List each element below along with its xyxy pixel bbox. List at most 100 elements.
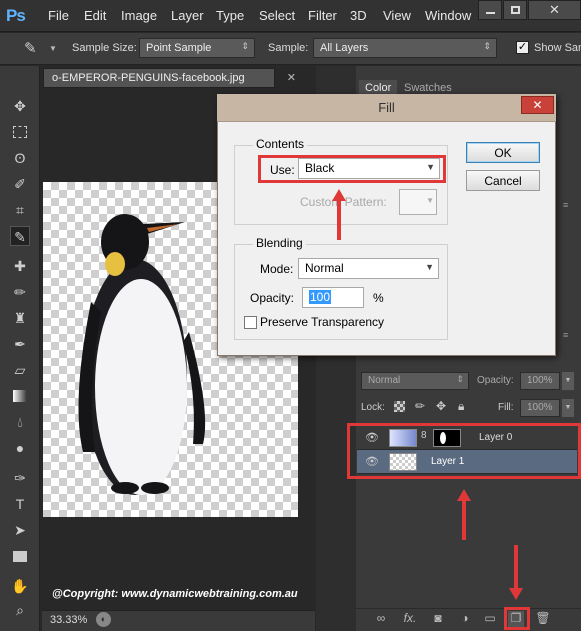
gradient-tool-icon[interactable] [10,386,30,406]
preserve-transparency-checkbox[interactable] [244,316,257,329]
opacity-value: 100% [527,375,553,386]
marquee-tool-icon[interactable] [10,122,30,142]
menu-filter[interactable]: Filter [308,8,337,23]
lock-all-icon[interactable]: 🔒︎ [458,399,464,414]
sample-size-label: Sample Size: [72,42,137,54]
new-layer-highlight-box [504,607,530,630]
custom-pattern-picker[interactable]: ▼ [399,189,437,215]
panel-menu-icon[interactable]: ≡ [563,200,568,210]
fill-value: 100% [527,402,553,413]
sample-label: Sample: [268,42,309,54]
opacity-label: Opacity: [477,375,514,386]
ok-button[interactable]: OK [466,142,540,163]
path-selection-tool-icon[interactable]: ➤ [10,520,30,540]
menu-edit[interactable]: Edit [84,8,106,23]
add-mask-icon[interactable]: ◙ [430,611,446,627]
sample-value: All Layers [320,42,369,54]
opacity-unit: % [373,291,384,305]
red-arrow-shaft [514,545,518,589]
use-highlight-box [258,155,446,183]
fill-label: Fill: [498,402,514,413]
brush-tool-icon[interactable]: ✏ [10,282,30,302]
delete-layer-icon[interactable]: 🗑︎ [535,611,551,627]
photoshop-logo: Ps [6,6,26,25]
red-arrow-shaft [462,500,466,540]
document-tab-title: o-EMPEROR-PENGUINS-facebook.jpg [52,72,245,84]
dialog-title: Fill [217,94,556,122]
menu-view[interactable]: View [383,8,411,23]
select-arrows-icon: ⇕ [483,41,491,51]
sample-size-select[interactable]: Point Sample ⇕ [139,38,255,58]
mode-value: Normal [305,261,344,275]
new-group-icon[interactable]: ▭ [482,611,498,627]
lasso-tool-icon[interactable]: ʘ [10,148,30,168]
fill-dropdown-icon[interactable]: ▼ [562,399,574,417]
eyedropper-tool-icon[interactable]: ✎ [24,39,37,57]
sample-size-value: Point Sample [146,42,212,54]
panel-menu-icon[interactable]: ≡ [563,330,568,340]
close-tab-icon[interactable]: ✕ [287,71,296,84]
lock-position-icon[interactable]: ✥ [436,399,446,413]
close-icon[interactable]: ✕ [521,96,554,114]
close-window-icon[interactable]: ✕ [528,0,581,20]
contents-label: Contents [253,137,308,151]
opacity-input[interactable]: 100% [520,372,560,390]
zoom-tool-icon[interactable]: ⌕ [10,600,30,620]
document-tab[interactable]: o-EMPEROR-PENGUINS-facebook.jpg ✕ [43,68,296,88]
show-sampling-label: Show San [534,42,581,54]
chevron-down-icon: ▼ [426,196,434,205]
healing-brush-tool-icon[interactable]: ✚ [10,256,30,276]
eraser-tool-icon[interactable]: ▱ [10,360,30,380]
lock-label: Lock: [361,402,385,413]
maximize-icon[interactable] [503,0,527,20]
layer-style-icon[interactable]: fx. [402,611,418,627]
type-tool-icon[interactable]: T [10,494,30,514]
mode-label: Mode: [260,262,294,276]
history-brush-tool-icon[interactable]: ✒ [10,334,30,354]
menu-type[interactable]: Type [216,8,244,23]
fill-input[interactable]: 100% [520,399,560,417]
dodge-tool-icon[interactable]: ● [10,438,30,458]
select-arrows-icon: ⇕ [456,374,464,384]
opacity-value: 100 [309,290,332,304]
menu-image[interactable]: Image [121,8,157,23]
blending-label: Blending [253,236,306,250]
red-arrow-shaft [337,200,341,240]
blend-mode-value: Normal [368,375,401,386]
blur-tool-icon[interactable]: 💧︎ [10,412,30,432]
adjustment-layer-icon[interactable]: ◑ [457,611,473,627]
pen-tool-icon[interactable]: ✑ [10,468,30,488]
preserve-transparency-label: Preserve Transparency [260,315,385,329]
red-arrow-down [509,588,523,600]
move-tool-icon[interactable]: ✥ [10,96,30,116]
menu-3d[interactable]: 3D [350,8,367,23]
menu-window[interactable]: Window [425,8,471,23]
sample-select[interactable]: All Layers ⇕ [313,38,497,58]
hand-tool-icon[interactable]: ✋ [10,576,30,596]
crop-tool-icon[interactable]: ⌗ [10,200,30,220]
menu-layer[interactable]: Layer [171,8,204,23]
lock-image-pixels-icon[interactable]: ✏ [415,399,425,413]
opacity-input[interactable]: 100 [302,287,364,308]
mode-select[interactable]: Normal ▼ [298,258,439,279]
minimize-icon[interactable] [478,0,502,20]
copyright-watermark: @Copyright: www.dynamicwebtraining.com.a… [52,588,298,600]
opacity-dropdown-icon[interactable]: ▼ [562,372,574,390]
rectangle-tool-icon[interactable] [10,546,30,566]
status-info-icon[interactable]: ◐ [96,612,111,627]
lock-transparent-pixels-icon[interactable] [394,401,405,412]
cancel-button[interactable]: Cancel [466,170,540,191]
select-arrows-icon: ⇕ [241,41,249,51]
show-sampling-checkbox[interactable]: ✓ [516,41,529,54]
quick-selection-tool-icon[interactable]: ✐ [10,174,30,194]
zoom-level[interactable]: 33.33% [50,614,87,626]
clone-stamp-tool-icon[interactable]: ♜ [10,308,30,328]
menu-file[interactable]: File [48,8,69,23]
blend-mode-select[interactable]: Normal ⇕ [361,372,469,390]
opacity-label: Opacity: [250,291,295,305]
menu-select[interactable]: Select [259,8,295,23]
chevron-down-icon: ▼ [425,262,434,272]
link-layers-icon[interactable]: ∞ [373,611,389,627]
chevron-down-icon[interactable]: ▼ [49,44,57,53]
eyedropper-tool-icon[interactable]: ✎ [10,226,30,246]
